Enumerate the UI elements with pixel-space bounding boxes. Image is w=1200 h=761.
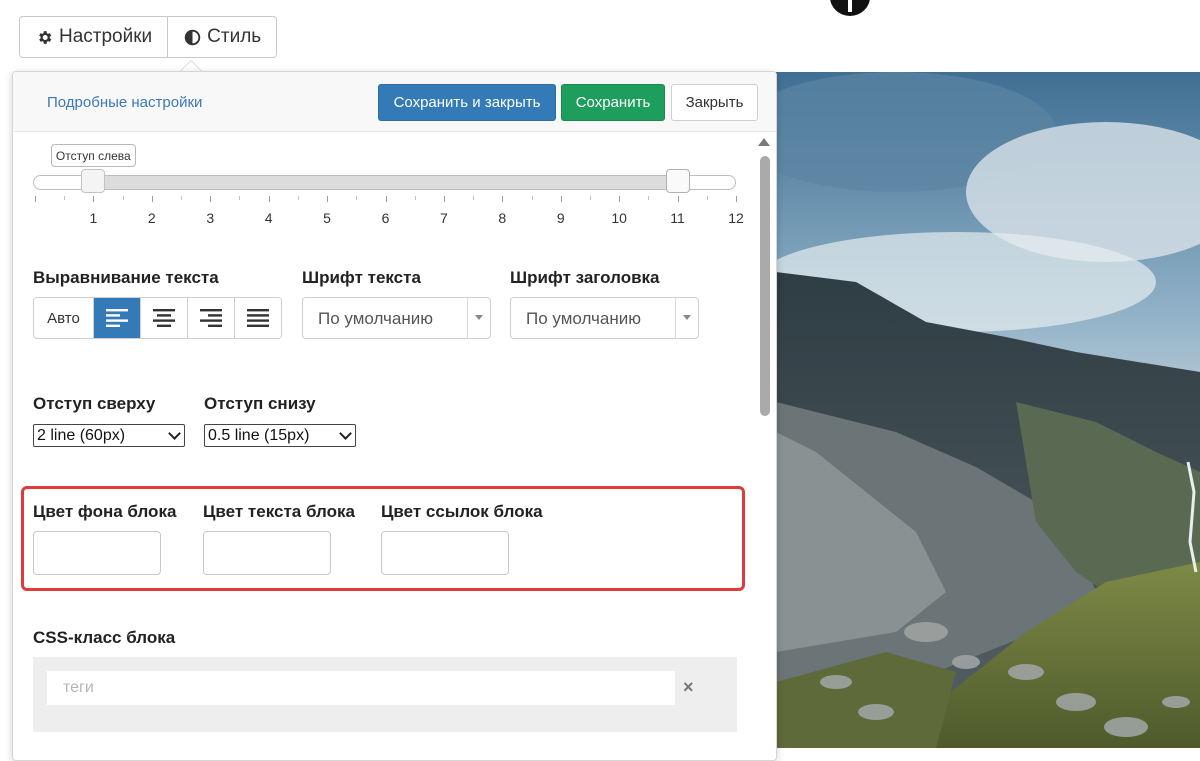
slider-tick bbox=[560, 196, 562, 202]
slider-tick-label: 2 bbox=[147, 210, 156, 226]
slider-handle-right[interactable] bbox=[665, 169, 690, 193]
slider-tooltip: Отступ слева bbox=[50, 144, 136, 167]
dropdown-arrow-icon bbox=[475, 315, 483, 320]
slider-tick bbox=[589, 196, 591, 200]
slider-tick bbox=[297, 196, 299, 200]
slider-tick-label: 4 bbox=[264, 210, 273, 226]
css-class-label: CSS-класс блока bbox=[33, 628, 176, 647]
align-left-icon bbox=[106, 309, 128, 327]
slider-tick-label: 5 bbox=[323, 210, 331, 226]
tab-settings-label: Настройки bbox=[59, 26, 153, 47]
slider-tick-label: 3 bbox=[206, 210, 215, 226]
chevron-down-icon bbox=[339, 427, 352, 440]
advanced-settings-link[interactable]: Подробные настройки bbox=[47, 94, 202, 111]
padding-top-value: 2 line (60px) bbox=[37, 426, 126, 444]
bg-color-label: Цвет фона блока bbox=[33, 502, 177, 521]
css-class-tags-box: теги × bbox=[33, 657, 737, 732]
slider-tick bbox=[181, 196, 183, 200]
padding-top-select[interactable]: 2 line (60px) bbox=[33, 424, 185, 447]
link-color-label: Цвет ссылок блока bbox=[381, 502, 543, 521]
slider-tick bbox=[210, 196, 212, 202]
heading-font-label: Шрифт заголовка bbox=[510, 268, 660, 287]
select-divider bbox=[467, 298, 468, 338]
slider-tick bbox=[327, 196, 329, 202]
slider-tick bbox=[35, 196, 36, 202]
slider-tick bbox=[473, 196, 475, 200]
add-block-icon[interactable] bbox=[830, 0, 870, 16]
slider-tick bbox=[151, 196, 153, 202]
background-landscape-image bbox=[776, 72, 1200, 748]
text-font-value: По умолчанию bbox=[318, 309, 433, 328]
slider-tick bbox=[677, 196, 679, 202]
align-center-button[interactable] bbox=[140, 298, 187, 338]
save-button[interactable]: Сохранить bbox=[561, 84, 665, 121]
scroll-up-arrow[interactable] bbox=[758, 138, 770, 146]
text-align-group: Авто bbox=[33, 297, 282, 339]
style-settings-panel: Подробные настройки Сохранить и закрыть … bbox=[12, 71, 777, 761]
slider-tick bbox=[443, 196, 445, 202]
heading-font-value: По умолчанию bbox=[526, 309, 641, 328]
panel-header: Подробные настройки Сохранить и закрыть … bbox=[13, 72, 776, 132]
slider-tick-label: 7 bbox=[440, 210, 448, 226]
slider-tick bbox=[356, 196, 358, 200]
padding-bottom-value: 0.5 line (15px) bbox=[208, 426, 310, 444]
align-right-icon bbox=[200, 309, 222, 327]
select-divider bbox=[675, 298, 676, 338]
padding-top-label: Отступ сверху bbox=[33, 394, 156, 413]
align-justify-button[interactable] bbox=[234, 298, 281, 338]
slider-tick bbox=[619, 196, 621, 202]
tab-style[interactable]: Стиль bbox=[167, 17, 276, 57]
slider-tick bbox=[706, 196, 708, 200]
slider-tick-label: 9 bbox=[556, 210, 565, 226]
slider-handle-left[interactable] bbox=[81, 169, 106, 193]
heading-font-select[interactable]: По умолчанию bbox=[510, 297, 699, 339]
slider-tick-label: 6 bbox=[381, 210, 390, 226]
left-indent-slider-track[interactable] bbox=[33, 175, 736, 190]
text-font-select[interactable]: По умолчанию bbox=[302, 297, 491, 339]
slider-tick bbox=[64, 196, 66, 200]
gear-icon bbox=[35, 29, 53, 46]
text-align-label: Выравнивание текста bbox=[33, 268, 219, 287]
slider-tick bbox=[239, 196, 241, 200]
slider-range bbox=[94, 176, 679, 189]
tab-style-label: Стиль bbox=[207, 26, 262, 47]
align-justify-icon bbox=[247, 309, 269, 327]
slider-tick bbox=[736, 196, 737, 202]
slider-tick bbox=[385, 196, 387, 202]
clear-icon[interactable]: × bbox=[683, 677, 694, 698]
settings-tabs: Настройки Стиль bbox=[19, 16, 278, 58]
slider-tick bbox=[502, 196, 504, 202]
slider-tick bbox=[648, 196, 650, 200]
save-and-close-button[interactable]: Сохранить и закрыть bbox=[378, 84, 556, 121]
align-center-icon bbox=[153, 309, 175, 327]
align-left-button[interactable] bbox=[93, 298, 140, 338]
dropdown-arrow-icon bbox=[683, 315, 691, 320]
scrollbar-thumb[interactable] bbox=[760, 156, 770, 416]
css-class-input[interactable]: теги bbox=[47, 671, 675, 705]
padding-bottom-label: Отступ снизу bbox=[204, 394, 316, 413]
slider-tick-label: 12 bbox=[728, 210, 744, 226]
slider-tick-label: 8 bbox=[498, 210, 507, 226]
contrast-icon bbox=[183, 29, 201, 46]
slider-tick bbox=[268, 196, 270, 202]
text-color-label: Цвет текста блока bbox=[203, 502, 355, 521]
align-auto-button[interactable]: Авто bbox=[34, 298, 93, 338]
slider-tick bbox=[122, 196, 124, 200]
text-font-label: Шрифт текста bbox=[302, 268, 421, 287]
slider-tick-label: 1 bbox=[89, 210, 98, 226]
align-right-button[interactable] bbox=[187, 298, 234, 338]
close-button[interactable]: Закрыть bbox=[671, 84, 758, 121]
bg-color-input[interactable] bbox=[33, 531, 161, 575]
slider-tick-label: 11 bbox=[670, 210, 685, 226]
text-color-input[interactable] bbox=[203, 531, 331, 575]
tab-settings[interactable]: Настройки bbox=[20, 17, 167, 57]
slider-tick bbox=[531, 196, 533, 200]
slider-tick bbox=[414, 196, 416, 200]
slider-tick bbox=[93, 196, 95, 202]
slider-tick-label: 10 bbox=[611, 210, 627, 226]
link-color-input[interactable] bbox=[381, 531, 509, 575]
chevron-down-icon bbox=[168, 427, 181, 440]
padding-bottom-select[interactable]: 0.5 line (15px) bbox=[204, 424, 356, 447]
